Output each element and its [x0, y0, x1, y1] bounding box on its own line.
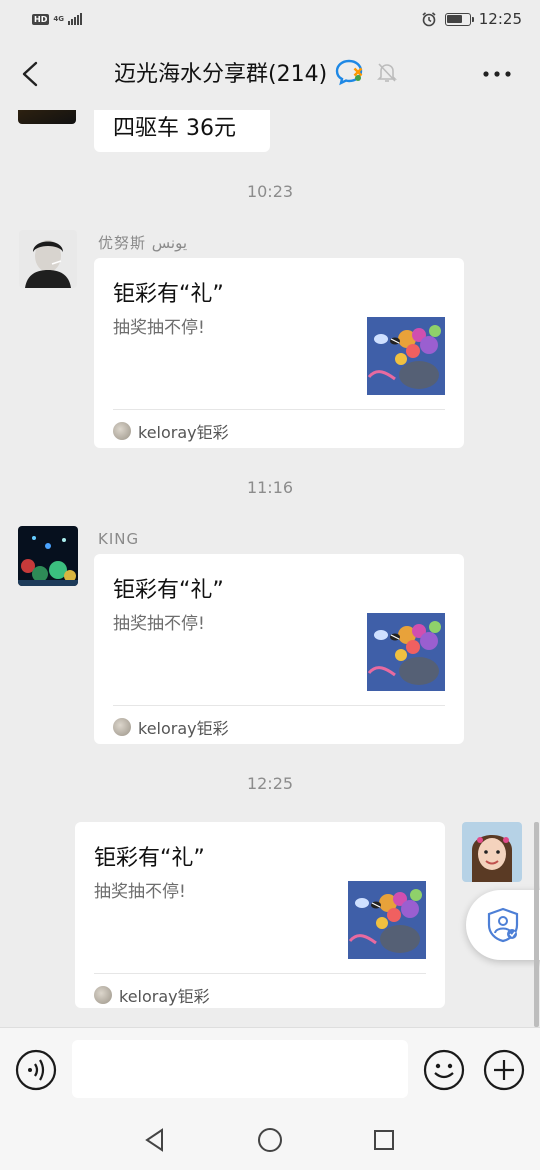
battery-icon — [444, 12, 474, 26]
mini-program-card[interactable]: 钜彩有“礼” 抽奖抽不停! keloray钜彩 — [94, 258, 464, 448]
avatar-photo — [18, 526, 78, 586]
group-chat-icon — [335, 59, 363, 86]
nav-back-icon[interactable] — [142, 1127, 168, 1153]
card-thumbnail — [367, 317, 445, 395]
scrollbar[interactable] — [534, 822, 539, 1027]
status-left: HD 4G — [32, 13, 82, 25]
avatar[interactable] — [18, 526, 78, 586]
shield-person-icon — [487, 907, 519, 943]
card-description: 抽奖抽不停! — [113, 614, 205, 634]
mini-program-card[interactable]: 钜彩有“礼” 抽奖抽不停! keloray钜彩 — [94, 554, 464, 744]
more-dots-icon[interactable] — [482, 64, 512, 84]
message-text: 四驱车 36元 — [113, 116, 236, 141]
card-divider — [113, 705, 445, 706]
network-type: 4G — [53, 14, 64, 23]
card-source: keloray钜彩 — [113, 419, 229, 443]
bell-off-icon — [377, 63, 398, 82]
system-nav-bar — [0, 1109, 540, 1170]
nav-recent-apps-icon[interactable] — [373, 1129, 395, 1151]
card-divider — [94, 973, 426, 974]
avatar[interactable] — [19, 230, 77, 288]
message-input[interactable] — [72, 1040, 408, 1098]
chevron-left-icon[interactable] — [18, 60, 44, 88]
timestamp: 10:23 — [246, 182, 294, 201]
card-source-label: keloray钜彩 — [119, 987, 210, 1006]
card-divider — [113, 409, 445, 410]
message-bubble[interactable]: 四驱车 36元 — [94, 110, 270, 152]
chat-area[interactable]: 四驱车 36元 10:23 优努斯 يونس 钜彩有“礼” 抽奖抽不停! kel… — [0, 110, 540, 1027]
card-description: 抽奖抽不停! — [113, 318, 205, 338]
title-area: 迈光海水分享群(214) — [114, 56, 399, 88]
avatar[interactable] — [462, 822, 522, 882]
source-logo-icon — [94, 986, 112, 1004]
hd-badge: HD — [32, 13, 50, 25]
source-logo-icon — [113, 422, 131, 440]
card-source-label: keloray钜彩 — [138, 719, 229, 738]
avatar-photo — [19, 230, 77, 288]
status-right: 12:25 — [421, 10, 522, 28]
shield-floating-button[interactable] — [466, 890, 540, 960]
emoji-icon[interactable] — [423, 1049, 465, 1091]
chat-title: 迈光海水分享群(214) — [114, 62, 328, 87]
status-time: 12:25 — [478, 10, 522, 28]
card-title: 钜彩有“礼” — [94, 846, 205, 871]
plus-icon[interactable] — [483, 1049, 525, 1091]
card-source-label: keloray钜彩 — [138, 423, 229, 442]
chat-header: 迈光海水分享群(214) — [0, 38, 540, 110]
alarm-icon — [422, 12, 436, 27]
avatar[interactable] — [18, 110, 76, 124]
card-source: keloray钜彩 — [113, 715, 229, 739]
timestamp: 11:16 — [246, 478, 294, 497]
sender-name: 优努斯 يونس — [98, 234, 188, 252]
nav-home-icon[interactable] — [257, 1127, 283, 1153]
mini-program-card[interactable]: 钜彩有“礼” 抽奖抽不停! keloray钜彩 — [75, 822, 445, 1008]
card-thumbnail — [367, 613, 445, 691]
signal-icon — [67, 13, 82, 25]
timestamp: 12:25 — [246, 774, 294, 793]
card-description: 抽奖抽不停! — [94, 882, 186, 902]
card-source: keloray钜彩 — [94, 983, 210, 1007]
source-logo-icon — [113, 718, 131, 736]
card-thumbnail — [348, 881, 426, 959]
avatar-photo — [462, 822, 522, 882]
voice-icon[interactable] — [15, 1049, 57, 1091]
card-title: 钜彩有“礼” — [113, 578, 224, 603]
sender-name: KING — [98, 530, 140, 548]
input-bar — [0, 1027, 540, 1109]
card-title: 钜彩有“礼” — [113, 282, 224, 307]
status-bar: HD 4G 12:25 — [0, 0, 540, 38]
